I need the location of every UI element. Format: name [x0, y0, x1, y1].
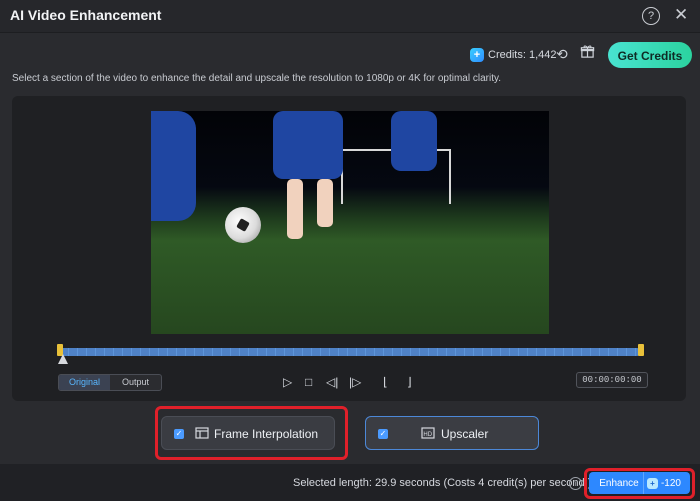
upscaler-label: Upscaler — [441, 427, 489, 441]
player-center — [273, 111, 343, 179]
stop-icon[interactable]: □ — [305, 375, 312, 389]
set-in-point-icon[interactable]: ⌊ — [383, 375, 388, 389]
timecode-display: 00:00:00:00 — [576, 372, 648, 388]
credits-icon: + — [470, 48, 484, 62]
help-icon[interactable]: ? — [642, 7, 660, 25]
info-icon[interactable]: i — [569, 477, 582, 490]
enhance-highlight — [584, 468, 695, 499]
toggle-original[interactable]: Original — [59, 375, 110, 390]
soccer-ball — [225, 207, 261, 243]
player-right — [391, 111, 437, 171]
upscaler-checkbox[interactable]: ✓ — [378, 429, 388, 439]
timeline-track[interactable] — [60, 348, 640, 356]
upscaler-icon: HD — [421, 427, 435, 439]
close-icon[interactable]: ✕ — [674, 5, 688, 25]
refresh-icon[interactable]: ⟲ — [556, 46, 568, 63]
upscaler-option[interactable]: ✓ HD Upscaler — [365, 416, 539, 450]
next-frame-icon[interactable]: |▷ — [349, 375, 361, 389]
play-icon[interactable]: ▷ — [283, 375, 292, 389]
get-credits-button[interactable]: Get Credits — [608, 42, 692, 68]
player-center-leg-2 — [317, 179, 333, 227]
playhead-marker[interactable] — [58, 354, 68, 364]
credits-display: + Credits: 1,442 — [470, 45, 556, 65]
gift-icon[interactable] — [580, 44, 595, 59]
svg-text:HD: HD — [423, 432, 432, 438]
video-preview[interactable] — [151, 111, 549, 334]
description-text: Select a section of the video to enhance… — [12, 73, 502, 84]
frame-interpolation-highlight — [155, 406, 348, 460]
player-center-leg — [287, 179, 303, 239]
trim-end-handle[interactable] — [638, 344, 644, 356]
player-left — [151, 111, 196, 221]
goal-post-right — [449, 149, 451, 204]
credits-label: Credits: 1,442 — [488, 49, 557, 61]
toggle-output[interactable]: Output — [110, 375, 161, 390]
window-title: AI Video Enhancement — [10, 7, 162, 23]
selected-length-text: Selected length: 29.9 seconds (Costs 4 c… — [293, 477, 592, 489]
title-bar: AI Video Enhancement ? ✕ — [0, 0, 700, 33]
set-out-point-icon[interactable]: ⌋ — [407, 375, 412, 389]
preview-toggle[interactable]: Original Output — [58, 374, 162, 391]
prev-frame-icon[interactable]: ◁| — [326, 375, 338, 389]
